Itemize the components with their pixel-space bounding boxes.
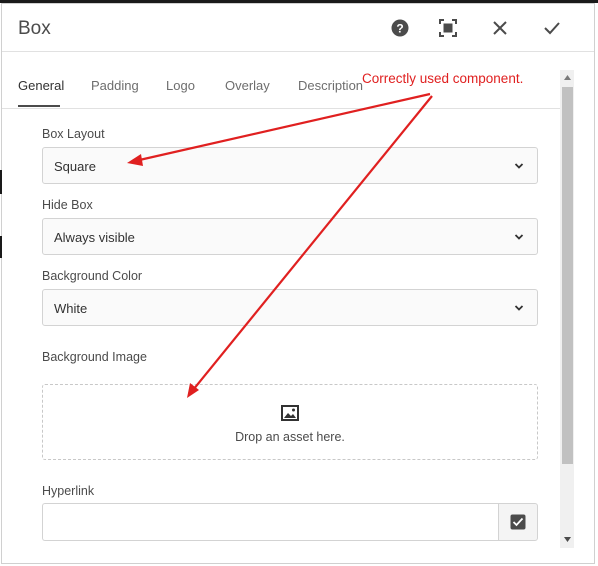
hyperlink-browse-button[interactable] (498, 503, 538, 541)
tab-general[interactable]: General (18, 78, 64, 93)
tab-description[interactable]: Description (298, 78, 363, 93)
background-color-value: White (54, 301, 88, 316)
hyperlink-label: Hyperlink (42, 484, 95, 498)
scroll-up-button[interactable] (562, 72, 573, 82)
svg-text:?: ? (396, 22, 403, 36)
chevron-down-icon (514, 163, 524, 169)
box-dialog: Box ? General Padding Logo Overlay Descr… (1, 3, 595, 564)
box-layout-select[interactable]: Square (42, 147, 538, 184)
close-button[interactable] (489, 17, 511, 39)
hide-box-label: Hide Box (42, 198, 93, 212)
chevron-down-icon (514, 234, 524, 240)
help-icon: ? (391, 19, 409, 37)
scrollbar-thumb[interactable] (562, 87, 573, 464)
background-page-fragment (0, 170, 2, 194)
active-tab-indicator (18, 105, 60, 107)
close-icon (493, 21, 507, 35)
checkbox-checked-icon (510, 514, 526, 530)
hyperlink-input[interactable] (42, 503, 500, 541)
dialog-header: Box ? (2, 4, 594, 52)
scroll-up-arrow-icon (564, 74, 571, 80)
help-button[interactable]: ? (389, 17, 411, 39)
tab-padding[interactable]: Padding (91, 78, 139, 93)
tab-overlay[interactable]: Overlay (225, 78, 270, 93)
chevron-down-icon (514, 305, 524, 311)
fullscreen-button[interactable] (437, 17, 459, 39)
dropzone-text: Drop an asset here. (235, 430, 345, 444)
fullscreen-icon (439, 19, 457, 37)
check-icon (544, 22, 560, 35)
done-button[interactable] (541, 17, 563, 39)
box-layout-value: Square (54, 159, 96, 174)
scroll-down-button[interactable] (562, 534, 573, 544)
box-layout-label: Box Layout (42, 127, 105, 141)
background-color-label: Background Color (42, 269, 143, 283)
tab-logo[interactable]: Logo (166, 78, 195, 93)
background-image-dropzone[interactable]: Drop an asset here. (42, 384, 538, 460)
background-page-fragment (0, 236, 2, 258)
annotation-text: Correctly used component. (362, 71, 524, 86)
dialog-title: Box (18, 18, 51, 39)
scroll-down-arrow-icon (564, 536, 571, 542)
background-color-select[interactable]: White (42, 289, 538, 326)
hide-box-value: Always visible (54, 230, 135, 245)
background-image-label: Background Image (42, 350, 147, 364)
hide-box-select[interactable]: Always visible (42, 218, 538, 255)
image-icon (281, 405, 299, 421)
